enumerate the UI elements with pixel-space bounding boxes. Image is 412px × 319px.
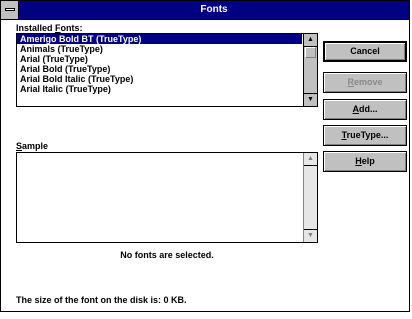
sample-scroll-up-button: ▲: [304, 153, 317, 166]
help-button[interactable]: Help: [323, 151, 407, 172]
fonts-scrollbar[interactable]: ▲ ▼: [303, 34, 317, 106]
sample-label: Sample: [16, 141, 49, 151]
sample-scroll-down-button: ▼: [304, 229, 317, 242]
disk-size-text: The size of the font on the disk is: 0 K…: [16, 295, 187, 305]
font-list-rows[interactable]: Amerigo Bold BT (TrueType) Animals (TrueT…: [17, 34, 302, 106]
window-title: Fonts: [200, 4, 228, 15]
title-bar[interactable]: Fonts: [1, 1, 409, 20]
sample-scrollbar: ▲ ▼: [303, 153, 317, 242]
installed-fonts-listbox[interactable]: Amerigo Bold BT (TrueType) Animals (TrueT…: [16, 33, 318, 107]
cancel-button[interactable]: Cancel: [323, 41, 407, 62]
font-list-item[interactable]: Amerigo Bold BT (TrueType): [17, 34, 302, 44]
fonts-dialog: Fonts Installed Fonts: Amerigo Bold BT (…: [0, 0, 410, 312]
sample-box: ▲ ▼: [16, 152, 318, 243]
scroll-down-button[interactable]: ▼: [304, 93, 317, 106]
minus-bar-icon: [5, 8, 15, 11]
selection-status-text: No fonts are selected.: [120, 250, 214, 260]
font-list-item[interactable]: Arial Italic (TrueType): [17, 84, 302, 94]
add-button[interactable]: Add...: [323, 99, 407, 120]
scroll-thumb[interactable]: [305, 47, 316, 58]
font-list-item[interactable]: Animals (TrueType): [17, 44, 302, 54]
remove-button[interactable]: Remove: [323, 72, 407, 93]
font-list-item[interactable]: Arial Bold Italic (TrueType): [17, 74, 302, 84]
truetype-button[interactable]: TrueType...: [323, 125, 407, 146]
font-list-item[interactable]: Arial Bold (TrueType): [17, 64, 302, 74]
system-menu-button[interactable]: [1, 1, 19, 19]
scroll-up-button[interactable]: ▲: [304, 34, 317, 47]
installed-fonts-label: Installed Fonts:: [16, 23, 83, 33]
font-list-item[interactable]: Arial (TrueType): [17, 54, 302, 64]
